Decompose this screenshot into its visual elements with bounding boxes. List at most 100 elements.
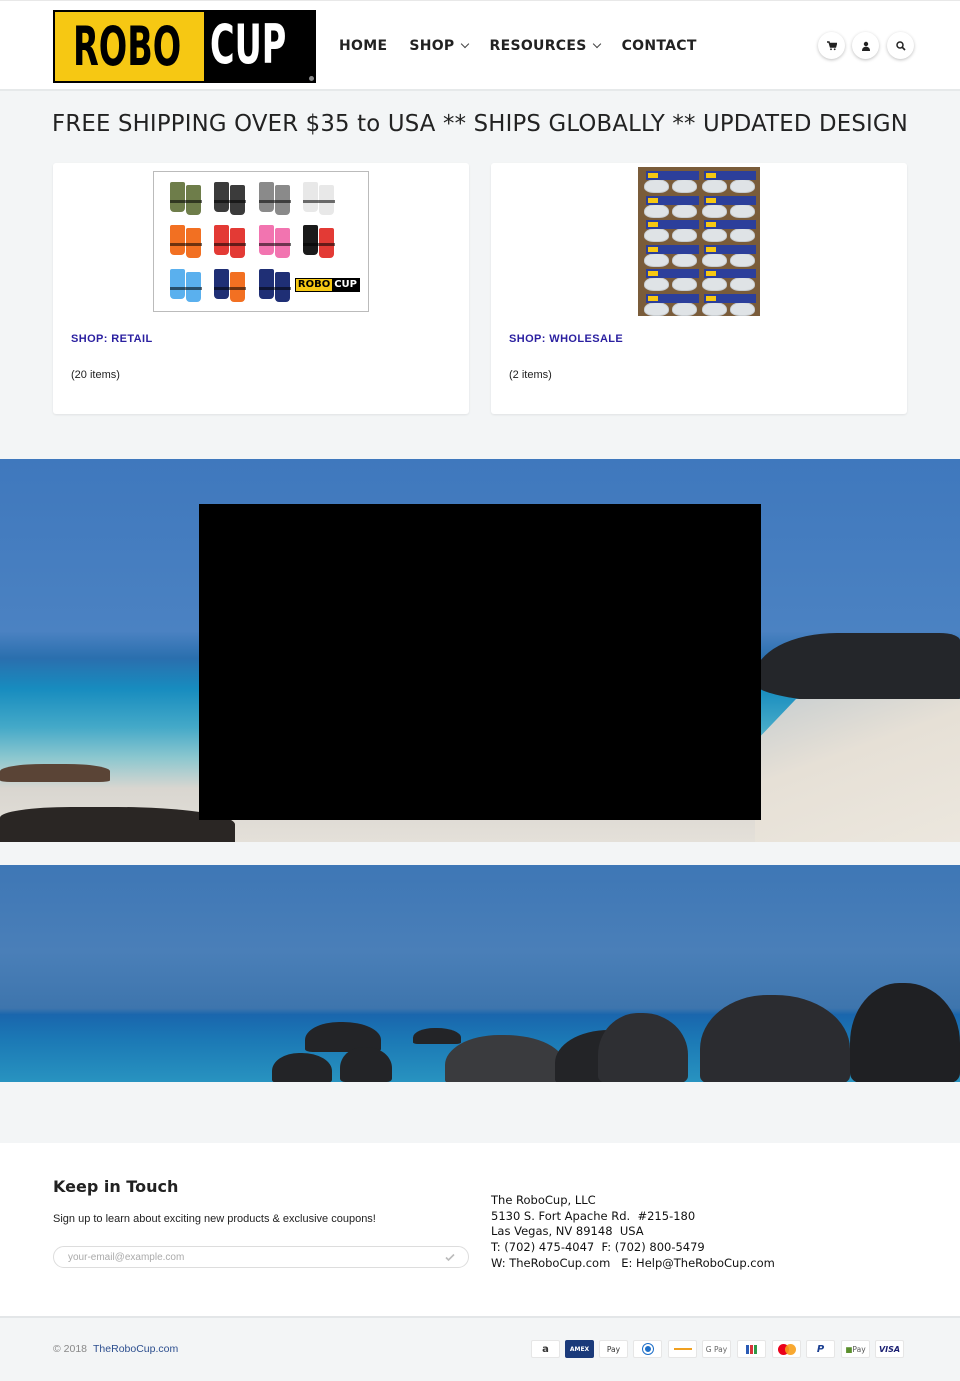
diners-club-icon xyxy=(633,1340,662,1358)
label-logo xyxy=(648,246,658,252)
cup-band xyxy=(170,286,202,290)
nav-home-label: HOME xyxy=(339,38,388,54)
cup-left xyxy=(701,301,727,316)
cup-right xyxy=(672,277,697,291)
packaged-cup xyxy=(701,293,756,317)
label-logo xyxy=(705,295,716,301)
collection-title-retail[interactable]: SHOP: RETAIL xyxy=(71,333,153,345)
visa-icon: VISA xyxy=(875,1340,904,1358)
cup-left xyxy=(214,225,230,256)
collection-title-wholesale[interactable]: SHOP: WHOLESALE xyxy=(509,333,623,345)
beach-hero-image xyxy=(0,459,960,842)
label-logo xyxy=(705,246,716,252)
jcb-icon xyxy=(737,1340,766,1358)
nav-resources[interactable]: RESOURCES xyxy=(489,37,601,55)
package-label xyxy=(646,195,699,205)
chevron-down-icon xyxy=(460,39,469,49)
robocup-swatch xyxy=(162,221,203,261)
cup-left xyxy=(258,182,274,212)
cup-right xyxy=(729,179,755,193)
cup-left xyxy=(302,182,318,212)
packaged-cup xyxy=(701,171,756,194)
rock xyxy=(598,1013,688,1082)
label-logo xyxy=(648,197,658,203)
packaged-cup xyxy=(701,244,756,268)
nav-shop[interactable]: SHOP xyxy=(409,37,469,55)
rock xyxy=(272,1053,332,1082)
newsletter-email-input[interactable] xyxy=(53,1246,469,1268)
mini-robocup-logo: ROBO CUP xyxy=(294,265,360,305)
logo-robo-block: ROBO xyxy=(55,12,204,81)
retail-collection-image[interactable]: ROBO CUP xyxy=(153,171,369,312)
cup-left xyxy=(644,252,669,267)
cup-right xyxy=(672,179,697,193)
site-header: ROBO CUP HOME SHOP RESOURCES CONTACT xyxy=(0,0,960,91)
label-logo xyxy=(705,197,716,203)
nav-home[interactable]: HOME xyxy=(339,37,387,55)
nav-contact[interactable]: CONTACT xyxy=(622,37,697,55)
package-label xyxy=(646,269,699,278)
cup-left xyxy=(701,203,727,218)
logo-cup-text: CUP xyxy=(210,13,287,76)
account-icon xyxy=(861,41,870,51)
mini-logo-robo: ROBO xyxy=(295,278,333,291)
cup-right xyxy=(729,228,755,242)
cup-band xyxy=(258,286,291,290)
cup-right xyxy=(729,301,755,316)
cart-button[interactable] xyxy=(818,32,845,59)
packaged-cup xyxy=(644,195,699,219)
packaged-cup xyxy=(644,269,699,292)
paypal-icon: P xyxy=(806,1340,835,1358)
site-footer: Keep in Touch Sign up to learn about exc… xyxy=(0,1143,960,1318)
cup-band xyxy=(214,286,247,290)
collection-card-retail[interactable]: ROBO CUP SHOP: RETAIL (20 items) xyxy=(53,163,469,414)
shop-pay-icon: ■ Pay xyxy=(841,1340,870,1358)
packaged-cup xyxy=(644,293,699,317)
main-nav: HOME SHOP RESOURCES CONTACT xyxy=(339,37,719,55)
collection-count-retail: (20 items) xyxy=(71,369,120,381)
chevron-down-icon xyxy=(592,39,601,49)
nav-shop-label: SHOP xyxy=(409,38,455,54)
cup-band xyxy=(302,200,335,203)
cup-left xyxy=(701,252,727,267)
rock xyxy=(700,995,850,1082)
cup-left xyxy=(258,225,274,256)
package-label xyxy=(703,293,756,303)
packaged-cup xyxy=(644,244,699,268)
copyright: © 2018 TheRoboCup.com xyxy=(53,1343,178,1355)
account-button[interactable] xyxy=(852,32,879,59)
cup-band xyxy=(170,243,202,247)
nav-resources-label: RESOURCES xyxy=(489,38,587,54)
robocup-swatch xyxy=(295,178,360,218)
wholesale-collection-image[interactable] xyxy=(638,167,760,316)
cup-left xyxy=(214,268,230,299)
cup-left xyxy=(170,268,185,299)
robocup-swatch xyxy=(206,221,247,261)
cup-left xyxy=(258,268,274,299)
cup-left xyxy=(701,228,727,242)
bottom-bar: © 2018 TheRoboCup.com a AMEX Pay G Pay P … xyxy=(0,1320,960,1381)
cup-right xyxy=(729,252,755,267)
robocup-swatch xyxy=(162,178,203,218)
cup-right xyxy=(729,277,755,291)
site-link[interactable]: TheRoboCup.com xyxy=(93,1343,178,1355)
search-icon xyxy=(895,40,906,51)
mastercard-icon xyxy=(772,1340,801,1358)
company-address: The RoboCup, LLC 5130 S. Fort Apache Rd.… xyxy=(491,1193,775,1270)
label-logo xyxy=(648,271,658,276)
apple-pay-icon: Pay xyxy=(599,1340,628,1358)
search-button[interactable] xyxy=(887,32,914,59)
collection-card-wholesale[interactable]: SHOP: WHOLESALE (2 items) xyxy=(491,163,907,414)
cup-band xyxy=(214,200,247,203)
rock xyxy=(850,983,960,1082)
rock xyxy=(413,1028,461,1044)
package-label xyxy=(703,220,756,229)
cart-icon xyxy=(826,40,837,50)
cup-left xyxy=(170,225,185,256)
video-player[interactable] xyxy=(199,504,761,820)
label-logo xyxy=(705,222,716,227)
robocup-logo[interactable]: ROBO CUP xyxy=(53,10,316,83)
label-logo xyxy=(648,173,658,178)
cup-band xyxy=(258,243,291,247)
submit-check-icon[interactable] xyxy=(444,1251,456,1263)
